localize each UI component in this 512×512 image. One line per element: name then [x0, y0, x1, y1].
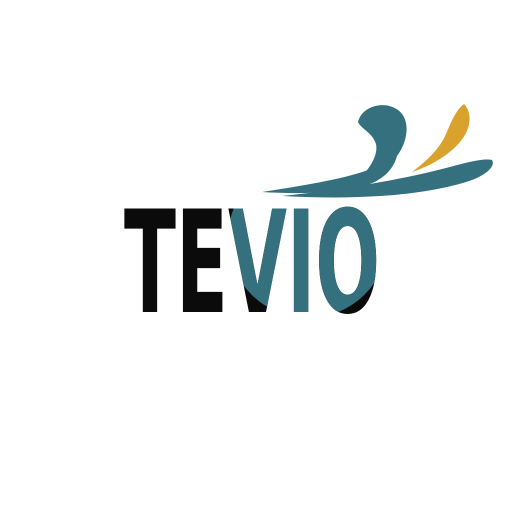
gold-swoosh — [412, 104, 470, 172]
tevio-logo: TEVIO TEVIO — [124, 104, 493, 346]
logo-canvas: TEVIO TEVIO — [0, 0, 512, 512]
